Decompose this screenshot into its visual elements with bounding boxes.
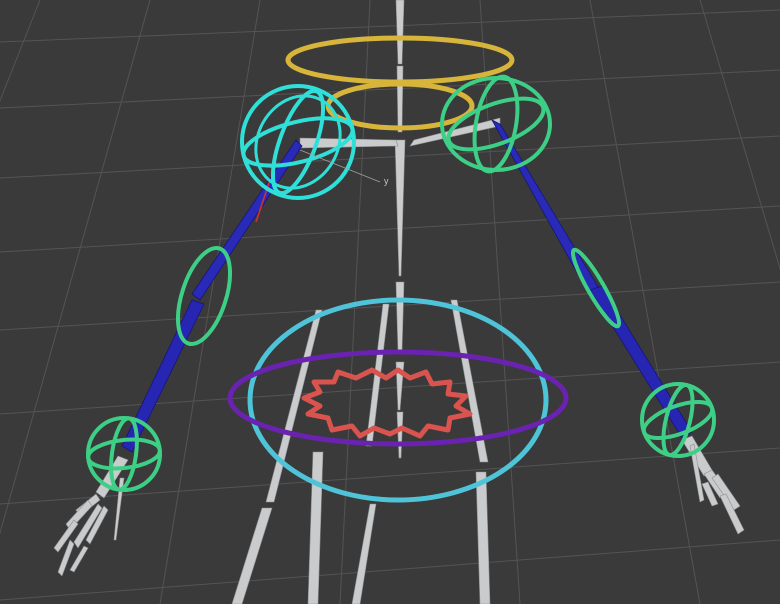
right-arm-bones[interactable] [491, 119, 693, 439]
3d-viewport[interactable]: y [0, 0, 780, 604]
viewport-scene[interactable]: y [0, 0, 780, 604]
gizmo-axis-label: y [384, 176, 389, 186]
pelvis-star-control [301, 367, 473, 439]
left-elbow-control[interactable] [168, 242, 241, 351]
left-hand-bones[interactable] [53, 455, 129, 577]
right-hand-bones[interactable] [681, 435, 745, 535]
